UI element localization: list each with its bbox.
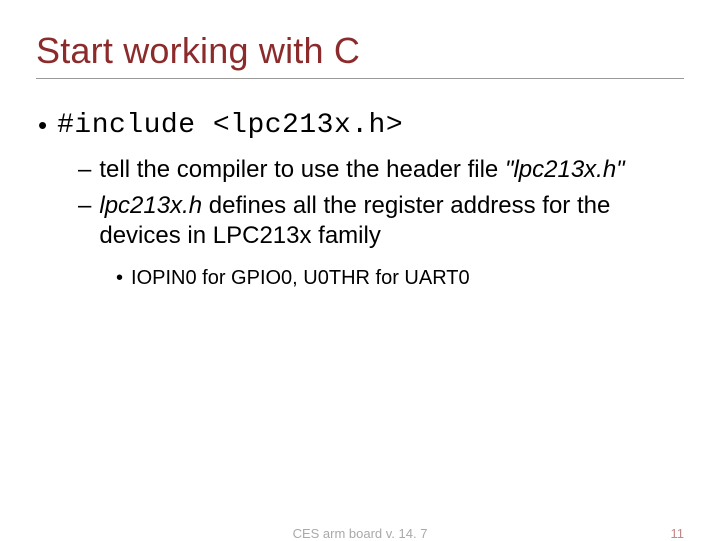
bullet-dot-icon: • [36, 109, 47, 141]
description-text: lpc213x.h defines all the register addre… [99, 191, 684, 251]
description-text: tell the compiler to use the header file… [99, 155, 624, 185]
bullet-list-level1: • #include <lpc213x.h> [36, 109, 684, 143]
dash-icon: – [78, 155, 91, 185]
slide-title: Start working with C [36, 30, 684, 72]
list-item: – tell the compiler to use the header fi… [78, 155, 684, 185]
bullet-dot-icon: • [116, 265, 123, 291]
dash-icon: – [78, 191, 91, 221]
list-item: • IOPIN0 for GPIO0, U0THR for UART0 [116, 265, 684, 291]
bullet-list-level2: – tell the compiler to use the header fi… [36, 155, 684, 251]
list-item: – lpc213x.h defines all the register add… [78, 191, 684, 251]
bullet-list-level3: • IOPIN0 for GPIO0, U0THR for UART0 [36, 265, 684, 291]
filename-italic: "lpc213x.h" [505, 156, 625, 183]
list-item: • #include <lpc213x.h> [36, 109, 684, 143]
title-rule [36, 78, 684, 79]
text-run: tell the compiler to use the header file [99, 156, 505, 183]
footer-center-text: CES arm board v. 14. 7 [293, 526, 428, 541]
filename-italic: lpc213x.h [99, 192, 202, 219]
include-directive: #include <lpc213x.h> [57, 109, 403, 143]
page-number: 11 [671, 526, 685, 541]
slide: Start working with C • #include <lpc213x… [0, 0, 720, 540]
example-text: IOPIN0 for GPIO0, U0THR for UART0 [131, 265, 470, 291]
